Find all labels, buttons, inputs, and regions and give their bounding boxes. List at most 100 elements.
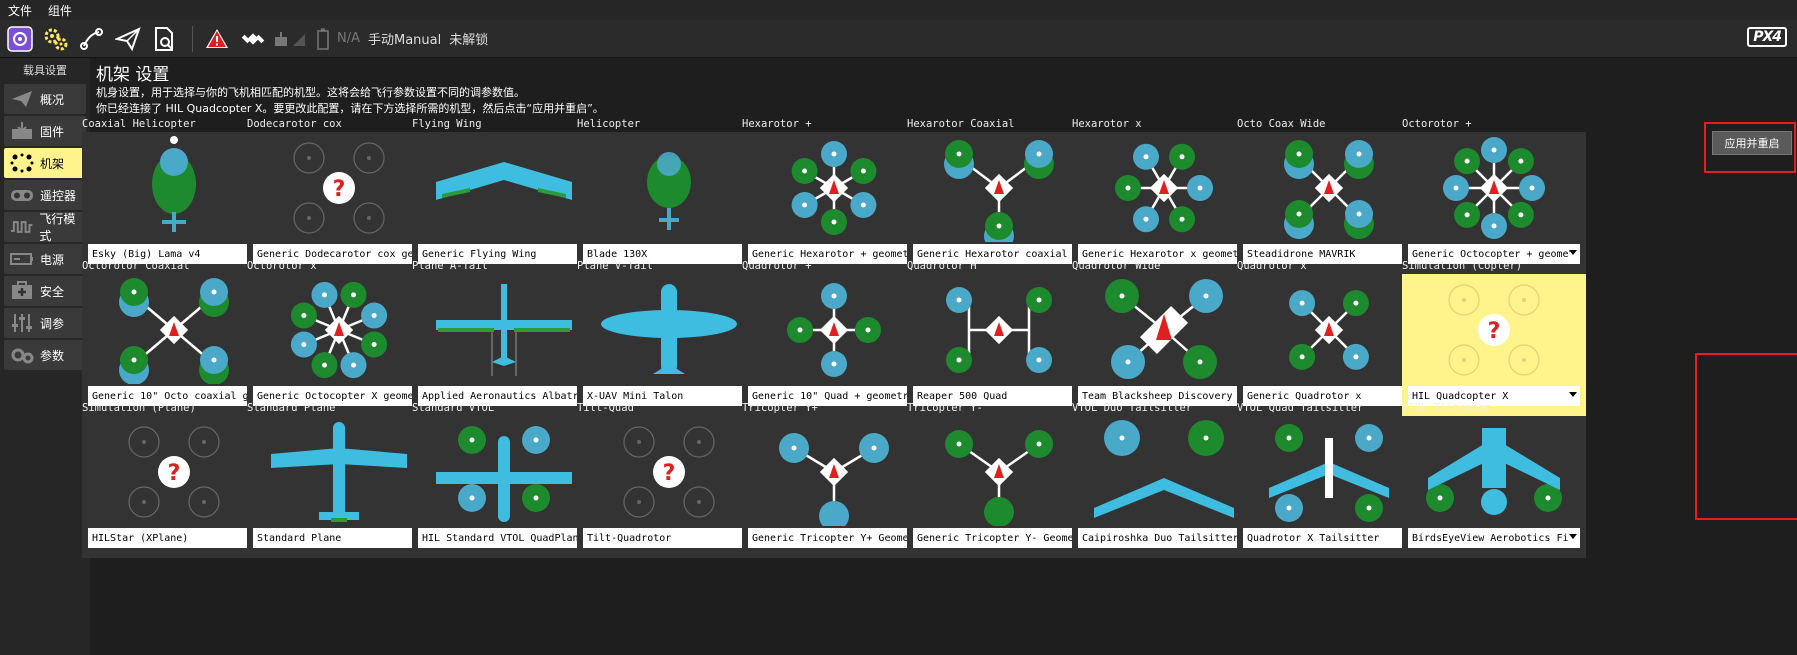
qgc-logo-button[interactable] <box>4 23 36 55</box>
fly-view-button[interactable] <box>112 23 144 55</box>
menu-file[interactable]: 文件 <box>8 2 32 19</box>
airframe-image-area[interactable]: Generic Tricopter Y- Geometry <box>907 416 1091 558</box>
sidebar-item-radio[interactable]: 遥控器 <box>4 180 86 210</box>
airframe-heli-icon <box>647 152 691 230</box>
airframe-card[interactable]: VTOL Quad Tailsitter Quadrotor X Tailsit… <box>1237 402 1421 558</box>
airframe-card[interactable]: Quadrotor x Generic Quadrotor x <box>1237 260 1421 416</box>
airframe-image-area[interactable]: Generic Octocopter X geometry <box>247 274 431 416</box>
message-indicator[interactable] <box>201 23 233 55</box>
sidebar-item-parameters[interactable]: 参数 <box>4 340 86 370</box>
vehicle-setup-button[interactable] <box>40 23 72 55</box>
airframe-title: Octorotor + <box>1402 118 1472 130</box>
airframe-title: Quadrotor H <box>907 260 977 272</box>
sidebar-item-power[interactable]: 电源 <box>4 244 86 274</box>
airframe-model-value: HIL Quadcopter X <box>1412 390 1509 402</box>
airframe-image-area[interactable]: Generic 10" Quad + geometry <box>742 274 926 416</box>
gps-indicator[interactable] <box>237 23 269 55</box>
airframe-card[interactable]: Plane V-Tail X-UAV Mini Talon <box>577 260 761 416</box>
airframe-image-area[interactable]: Applied Aeronautics Albatross <box>412 274 596 416</box>
airframe-image-area[interactable]: Quadrotor X Tailsitter <box>1237 416 1421 558</box>
sidebar-item-flight-modes[interactable]: 飞行模式 <box>4 212 86 243</box>
airframe-title: Flying Wing <box>412 118 482 130</box>
airframe-model-value: Caipiroshka Duo Tailsitter <box>1082 532 1239 544</box>
airframe-image-area[interactable]: Standard Plane <box>247 416 431 558</box>
airframe-model-select[interactable]: Generic Tricopter Y- Geometry <box>913 528 1085 548</box>
arm-state[interactable]: 未解锁 <box>449 29 488 48</box>
sidebar-item-airframe[interactable]: 机架 <box>4 148 86 178</box>
airframe-image-area[interactable]: Generic Tricopter Y+ Geometry <box>742 416 926 558</box>
airframe-card[interactable]: Plane A-Tail Applied Aeronautics Albatro… <box>412 260 596 416</box>
airframe-model-select[interactable]: Quadrotor X Tailsitter <box>1243 528 1415 548</box>
airframe-card[interactable]: Octo Coax Wide Steadidrone MAVRIK <box>1237 118 1421 274</box>
airframe-card[interactable]: Hexarotor + Generic Hexarotor + geometry <box>742 118 926 274</box>
chevron-down-icon[interactable] <box>1569 392 1577 397</box>
airframe-image-area[interactable]: Generic Hexarotor + geometry <box>742 132 926 274</box>
airframe-image-area[interactable]: ? Generic Dodecarotor cox geometry <box>247 132 431 274</box>
airframe-image-area[interactable]: Esky (Big) Lama v4 <box>82 132 266 274</box>
airframe-card[interactable]: Hexarotor Coaxial Generic Hexarotor coax… <box>907 118 1091 274</box>
airframe-card[interactable]: Octorotor Coaxial Generic 10" Octo coaxi… <box>82 260 266 416</box>
airframe-card[interactable]: Simulation (Copter) ? HIL Quadcopter X <box>1402 260 1586 416</box>
airframe-card[interactable]: Tricopter Y- Generic Tricopter Y- Geomet… <box>907 402 1091 558</box>
airframe-model-select[interactable]: HILStar (XPlane) <box>88 528 260 548</box>
airframe-image-area[interactable]: BirdsEyeView Aerobotics FireFLY6 <box>1402 416 1586 558</box>
airframe-model-select[interactable]: Caipiroshka Duo Tailsitter <box>1078 528 1250 548</box>
sidebar-item-tuning[interactable]: 调参 <box>4 308 86 338</box>
airframe-model-select[interactable]: Tilt-Quadrotor <box>583 528 755 548</box>
satellite-icon <box>241 32 265 45</box>
airframe-image-area[interactable]: Generic 10" Octo coaxial geometry <box>82 274 266 416</box>
airframe-card[interactable]: Quadrotor Wide Team Blacksheep Discovery <box>1072 260 1256 416</box>
airframe-card[interactable]: Simulation (Plane) ? HILStar (XPlane) <box>82 402 266 558</box>
airframe-image-area[interactable]: ? HILStar (XPlane) <box>82 416 266 558</box>
apply-and-restart-button[interactable]: 应用并重启 <box>1712 131 1792 155</box>
qgc-logo-icon <box>7 25 33 52</box>
airframe-image-area[interactable]: Steadidrone MAVRIK <box>1237 132 1421 274</box>
airframe-card[interactable]: Standard Plane Standard Plane <box>247 402 431 558</box>
airframe-card[interactable]: Tricopter Y+ Generic Tricopter Y+ Geomet… <box>742 402 926 558</box>
airframe-title: Plane A-Tail <box>412 260 488 272</box>
airframe-image-area[interactable]: Generic Quadrotor x <box>1237 274 1421 416</box>
sidebar-item-summary[interactable]: 概况 <box>4 84 86 114</box>
airframe-card[interactable]: Standard VTOL HIL Standard VTOL QuadPlan… <box>412 402 596 558</box>
airframe-model-select[interactable]: Generic Tricopter Y+ Geometry <box>748 528 920 548</box>
airframe-image-area[interactable]: ? HIL Quadcopter X <box>1402 274 1586 416</box>
airframe-model-select[interactable]: Standard Plane <box>253 528 425 548</box>
airframe-card[interactable]: Quadrotor H Reaper 500 Quad <box>907 260 1091 416</box>
airframe-model-value: Generic Hexarotor + geometry <box>752 248 910 260</box>
airframe-card[interactable]: Tilt-Quad ? Tilt-Quadrotor <box>577 402 761 558</box>
airframe-card[interactable]: VTOL Duo Tailsitter Caipiroshka Duo Tail… <box>1072 402 1256 558</box>
airframe-card[interactable]: Helicopter Blade 130X <box>577 118 761 274</box>
flight-mode-selector[interactable]: 手动Manual <box>368 29 441 48</box>
analyze-button[interactable] <box>148 23 180 55</box>
airframe-image-area[interactable]: X-UAV Mini Talon <box>577 274 761 416</box>
sidebar-item-safety[interactable]: 安全 <box>4 276 86 306</box>
airframe-image-area[interactable]: Caipiroshka Duo Tailsitter <box>1072 416 1256 558</box>
airframe-image-area[interactable]: Generic Hexarotor coaxial geometry <box>907 132 1091 274</box>
status-area: N/A 手动Manual 未解锁 <box>273 28 488 50</box>
airframe-card[interactable]: Quadrotor + Generic 10" Quad + geometry <box>742 260 926 416</box>
airframe-model-select[interactable]: HIL Standard VTOL QuadPlane <box>418 528 590 548</box>
airframe-card[interactable]: Flying Wing Generic Flying Wing <box>412 118 596 274</box>
airframe-image-area[interactable]: Blade 130X <box>577 132 761 274</box>
plan-view-button[interactable] <box>76 23 108 55</box>
airframe-card[interactable]: Coaxial Helicopter Esky (Big) Lama v4 <box>82 118 266 274</box>
airframe-title: Tricopter Y- <box>907 402 983 414</box>
airframe-model-select[interactable]: BirdsEyeView Aerobotics FireFLY6 <box>1408 528 1580 548</box>
airframe-image-area[interactable]: HIL Standard VTOL QuadPlane <box>412 416 596 558</box>
airframe-image-area[interactable]: Generic Octocopter + geometry <box>1402 132 1586 274</box>
airframe-image-area[interactable]: Generic Flying Wing <box>412 132 596 274</box>
airframe-card[interactable]: Dodecarotor cox ? Generic Dodecarotor co… <box>247 118 431 274</box>
airframe-card[interactable]: Octorotor + Generic Octocopter + geometr… <box>1402 118 1586 274</box>
airframe-model-value: Generic Quadrotor x <box>1247 390 1362 402</box>
chevron-down-icon[interactable] <box>1569 250 1577 255</box>
sidebar-item-firmware[interactable]: 固件 <box>4 116 86 146</box>
airframe-card[interactable]: Octorotor x Generic Octocopter X geometr… <box>247 260 431 416</box>
airframe-card[interactable]: VTOL Tiltrotor BirdsEyeView Aerobotics F… <box>1402 402 1586 558</box>
chevron-down-icon[interactable] <box>1569 534 1577 539</box>
menu-components[interactable]: 组件 <box>48 2 72 19</box>
airframe-card[interactable]: Hexarotor x Generic Hexarotor x geometry <box>1072 118 1256 274</box>
airframe-image-area[interactable]: Generic Hexarotor x geometry <box>1072 132 1256 274</box>
airframe-image-area[interactable]: Team Blacksheep Discovery <box>1072 274 1256 416</box>
airframe-image-area[interactable]: Reaper 500 Quad <box>907 274 1091 416</box>
airframe-image-area[interactable]: ? Tilt-Quadrotor <box>577 416 761 558</box>
